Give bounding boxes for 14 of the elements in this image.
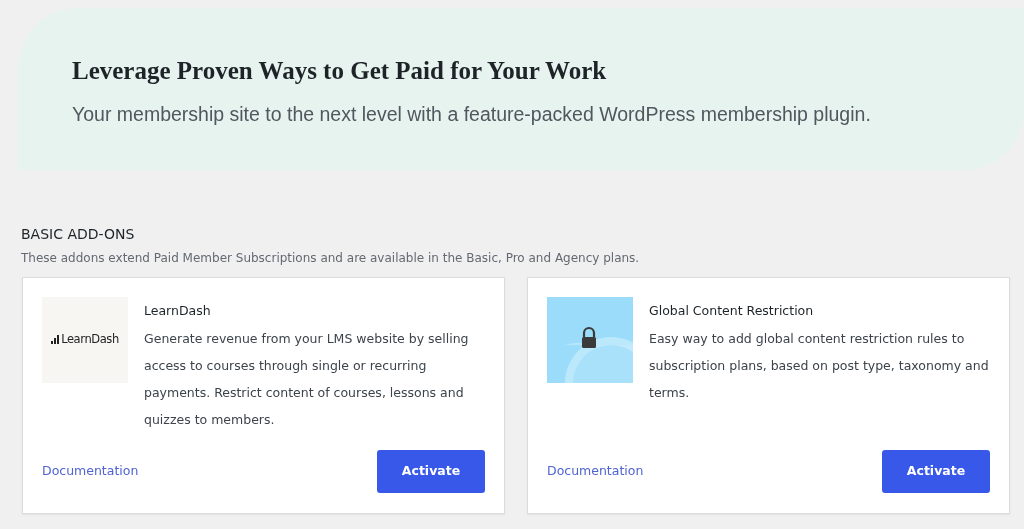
- documentation-link[interactable]: Documentation: [547, 461, 644, 481]
- hero-subtitle: Your membership site to the next level with a feature-packed WordPress membership plugin.: [72, 102, 872, 127]
- logo-text: LearnDash: [61, 331, 119, 349]
- activate-button[interactable]: Activate: [882, 449, 990, 493]
- addon-name: LearnDash: [144, 301, 212, 320]
- documentation-link[interactable]: Documentation: [42, 461, 139, 481]
- activate-button[interactable]: Activate: [377, 449, 485, 493]
- addon-description: Easy way to add global content restriction rules to subscription plans, based on post type, taxonomy and terms.: [649, 329, 990, 402]
- section-heading: BASIC ADD-ONS: [21, 226, 136, 243]
- section-description: These addons extend Paid Member Subscriptions and are available in the Basic, Pro and Agency plans.: [21, 249, 641, 267]
- bars-icon: [51, 335, 60, 345]
- hero-title: Leverage Proven Ways to Get Paid for Your Work: [72, 56, 608, 86]
- addon-name: Global Content Restriction: [649, 301, 815, 320]
- addon-description: Generate revenue from your LMS website by selling access to courses through single or recurring payments. Restrict content of courses, lessons and quizzes to members.: [144, 329, 470, 429]
